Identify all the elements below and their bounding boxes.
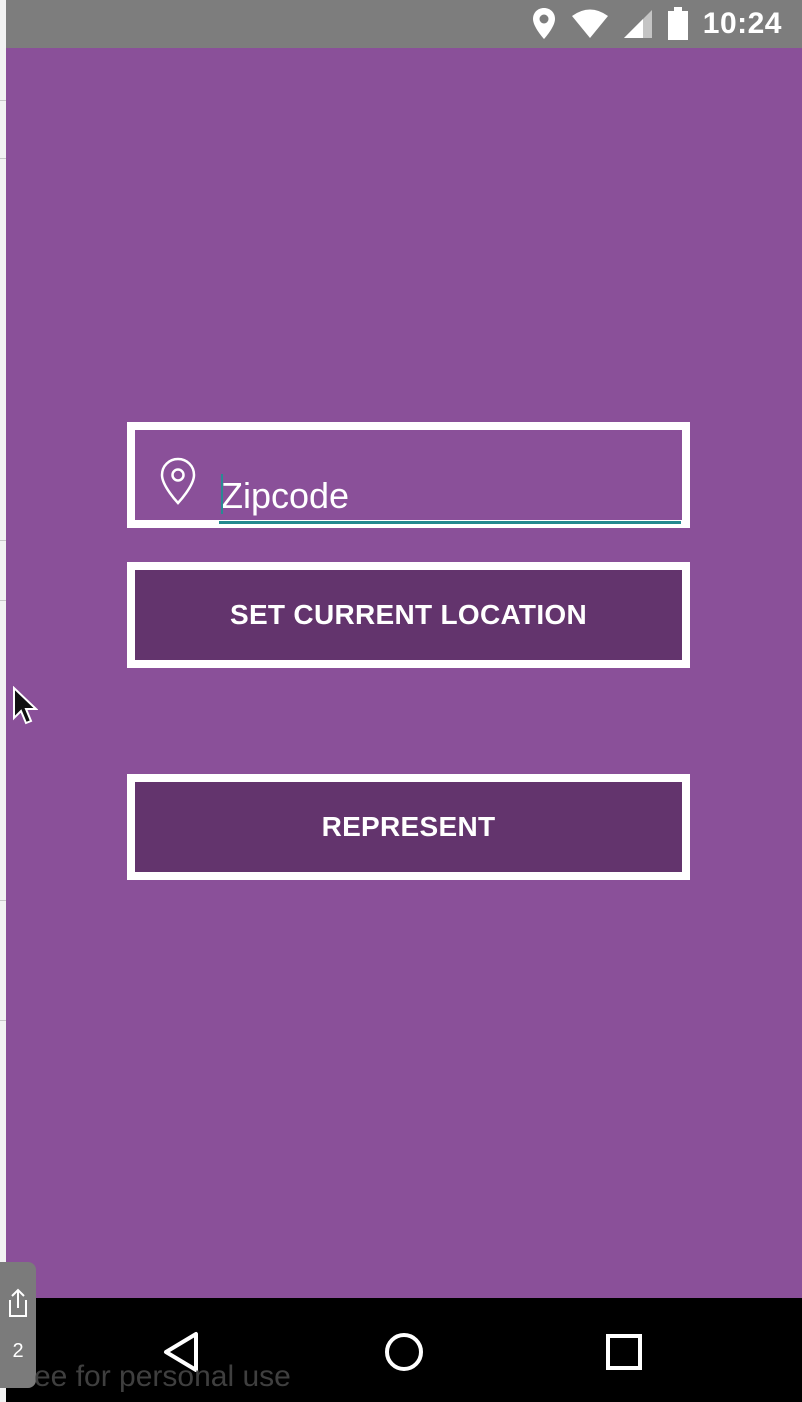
represent-label: REPRESENT (321, 811, 496, 842)
zipcode-field-container (127, 422, 690, 528)
home-button[interactable] (376, 1324, 432, 1380)
battery-icon (667, 7, 688, 40)
share-icon (9, 1288, 27, 1317)
text-caret (221, 474, 223, 514)
map-pin-icon (160, 457, 196, 505)
recents-icon (606, 1334, 642, 1370)
represent-button[interactable]: REPRESENT (127, 774, 690, 880)
set-current-location-button[interactable]: SET CURRENT LOCATION (127, 562, 690, 668)
share-panel[interactable]: 2 (0, 1262, 36, 1388)
share-count: 2 (12, 1339, 24, 1362)
watermark-text: ee for personal use (34, 1360, 291, 1393)
signal-icon (623, 10, 652, 38)
status-time: 10:24 (702, 7, 782, 40)
wifi-icon (571, 9, 608, 38)
zipcode-input[interactable] (219, 476, 681, 524)
status-bar: 10:24 (6, 0, 802, 48)
mouse-cursor-icon (13, 686, 38, 725)
recents-button[interactable] (596, 1324, 652, 1380)
app-screen: SET CURRENT LOCATION REPRESENT (6, 48, 802, 1298)
home-icon (385, 1333, 423, 1371)
location-icon (532, 8, 555, 39)
set-current-location-label: SET CURRENT LOCATION (229, 599, 588, 630)
